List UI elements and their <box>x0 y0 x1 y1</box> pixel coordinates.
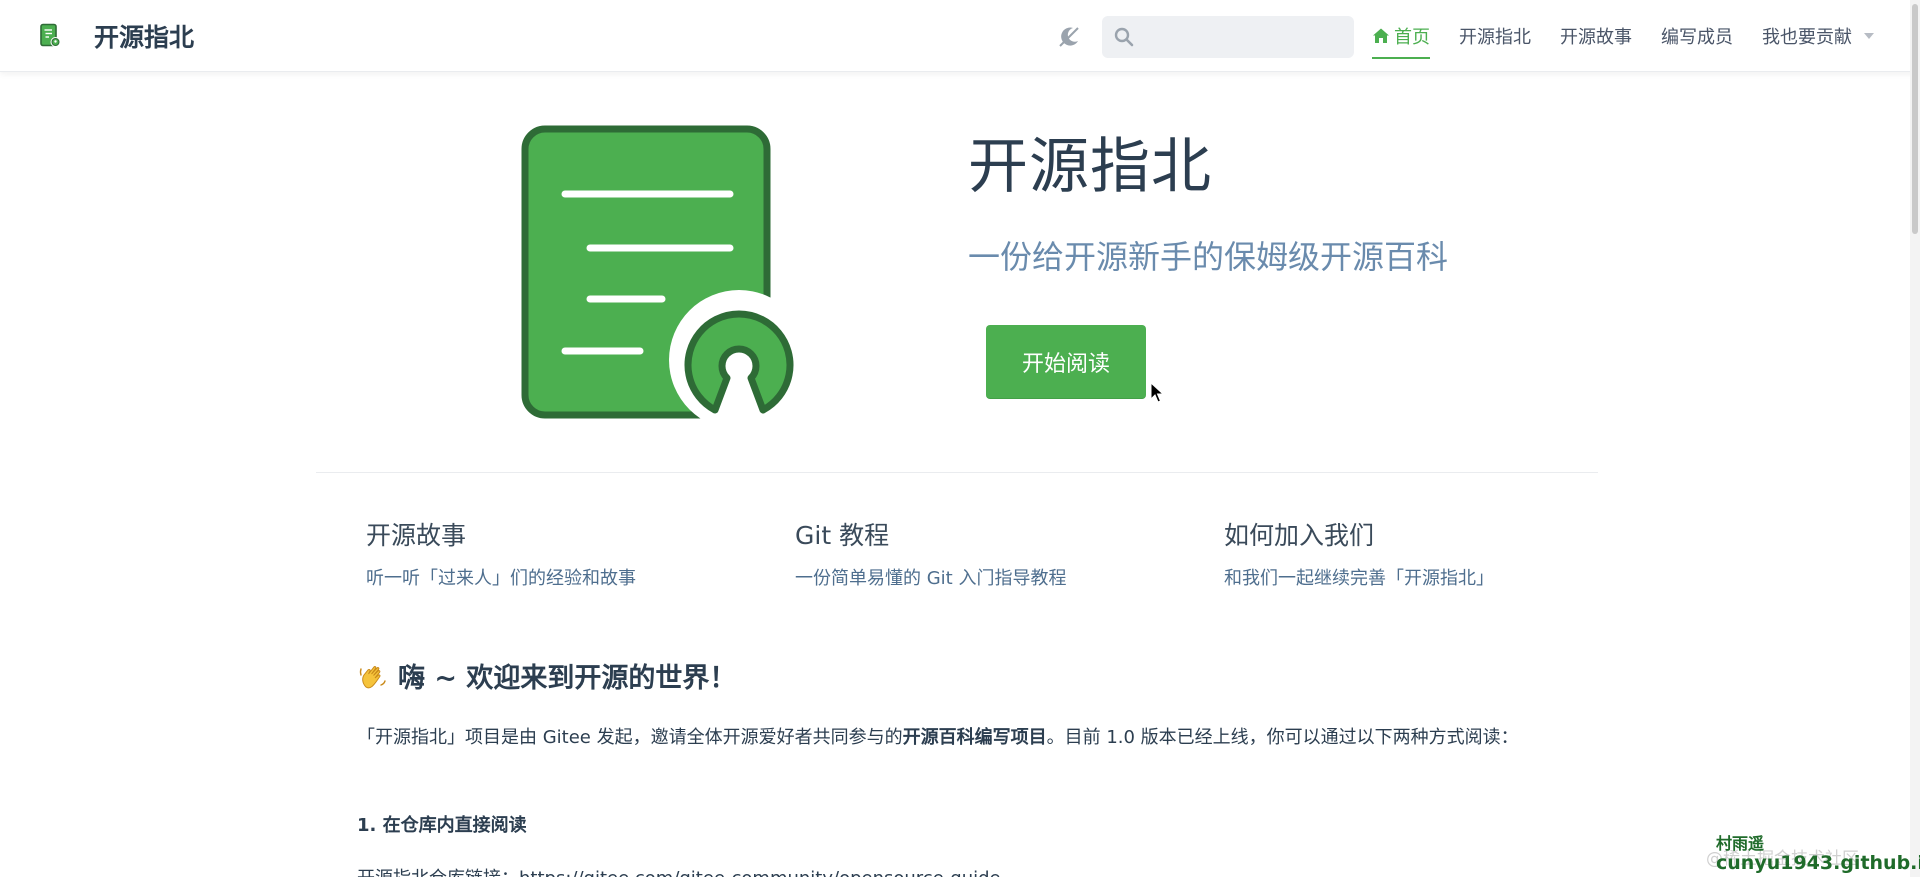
intro-text-1: 「开源指北」项目是由 Gitee 发起，邀请全体开源爱好者共同参与的 <box>357 727 903 748</box>
intro-text-2: 。目前 1.0 版本已经上线，你可以通过以下两种方式阅读： <box>1046 727 1519 748</box>
nav-members[interactable]: 编写成员 <box>1661 0 1733 72</box>
hero-tagline: 一份给开源新手的保姆级开源百科 <box>968 238 1449 276</box>
feature-join-us: 如何加入我们 和我们一起继续完善「开源指北」 <box>1224 516 1624 590</box>
search-icon <box>1114 27 1134 47</box>
nav-stories[interactable]: 开源故事 <box>1560 0 1632 72</box>
search-box <box>1102 16 1354 58</box>
feature-details: 和我们一起继续完善「开源指北」 <box>1224 568 1494 589</box>
feature-git-tutorial: Git 教程 一份简单易懂的 Git 入门指导教程 <box>795 516 1195 590</box>
home-icon <box>1373 28 1389 43</box>
feature-title: Git 教程 <box>795 521 890 550</box>
repo-link-line[interactable]: 开源指北仓库链接：https://gitee.com/gitee-communi… <box>357 864 1001 877</box>
feature-title: 开源故事 <box>366 521 467 550</box>
search-input[interactable] <box>1144 16 1344 58</box>
feature-title: 如何加入我们 <box>1224 521 1375 550</box>
wave-hand-icon <box>359 665 386 688</box>
navbar: 开源指北 首页 开源指北 开源故事 编写成员 我也要贡献 <box>0 0 1920 72</box>
nav-home-label: 首页 <box>1394 27 1430 48</box>
chevron-down-icon <box>1864 33 1874 39</box>
nav-guide[interactable]: 开源指北 <box>1459 0 1531 72</box>
theme-toggle-icon[interactable] <box>1056 24 1082 50</box>
scrollbar-thumb[interactable] <box>1912 4 1918 234</box>
nav-stories-label: 开源故事 <box>1560 27 1632 48</box>
nav-home[interactable]: 首页 <box>1372 0 1430 72</box>
book-logo-icon <box>40 23 61 47</box>
intro-bold: 开源百科编写项目 <box>902 727 1047 748</box>
brand-home-link[interactable]: 开源指北 <box>38 18 194 54</box>
nav-contribute-dropdown[interactable]: 我也要贡献 <box>1762 0 1874 72</box>
feature-details: 一份简单易懂的 Git 入门指导教程 <box>795 568 1067 589</box>
watermark-url: cunyu1943.github.io <box>1716 852 1920 874</box>
intro-paragraph: 「开源指北」项目是由 Gitee 发起，邀请全体开源爱好者共同参与的开源百科编写… <box>357 720 1557 755</box>
nav-members-label: 编写成员 <box>1661 27 1733 48</box>
site-title: 开源指北 <box>94 23 195 52</box>
feature-stories: 开源故事 听一听「过来人」们的经验和故事 <box>366 516 766 590</box>
welcome-heading: 嗨 ~ 欢迎来到开源的世界！ <box>358 656 736 695</box>
opensource-document-illustration <box>521 125 808 420</box>
cursor-icon <box>1150 382 1164 403</box>
hero-divider <box>316 472 1598 473</box>
nav-guide-label: 开源指北 <box>1459 27 1531 48</box>
welcome-heading-text: 嗨 ~ 欢迎来到开源的世界！ <box>398 663 737 694</box>
hero-title: 开源指北 <box>968 132 1212 202</box>
watermark-name: 村雨遥 <box>1716 834 1765 853</box>
nav-links: 首页 开源指北 开源故事 编写成员 我也要贡献 <box>1372 0 1903 72</box>
feature-details: 听一听「过来人」们的经验和故事 <box>366 568 636 589</box>
start-reading-button[interactable]: 开始阅读 <box>986 325 1146 399</box>
nav-contribute-label: 我也要贡献 <box>1762 27 1852 48</box>
section-heading-read-in-repo: 1. 在仓库内直接阅读 <box>357 815 527 836</box>
